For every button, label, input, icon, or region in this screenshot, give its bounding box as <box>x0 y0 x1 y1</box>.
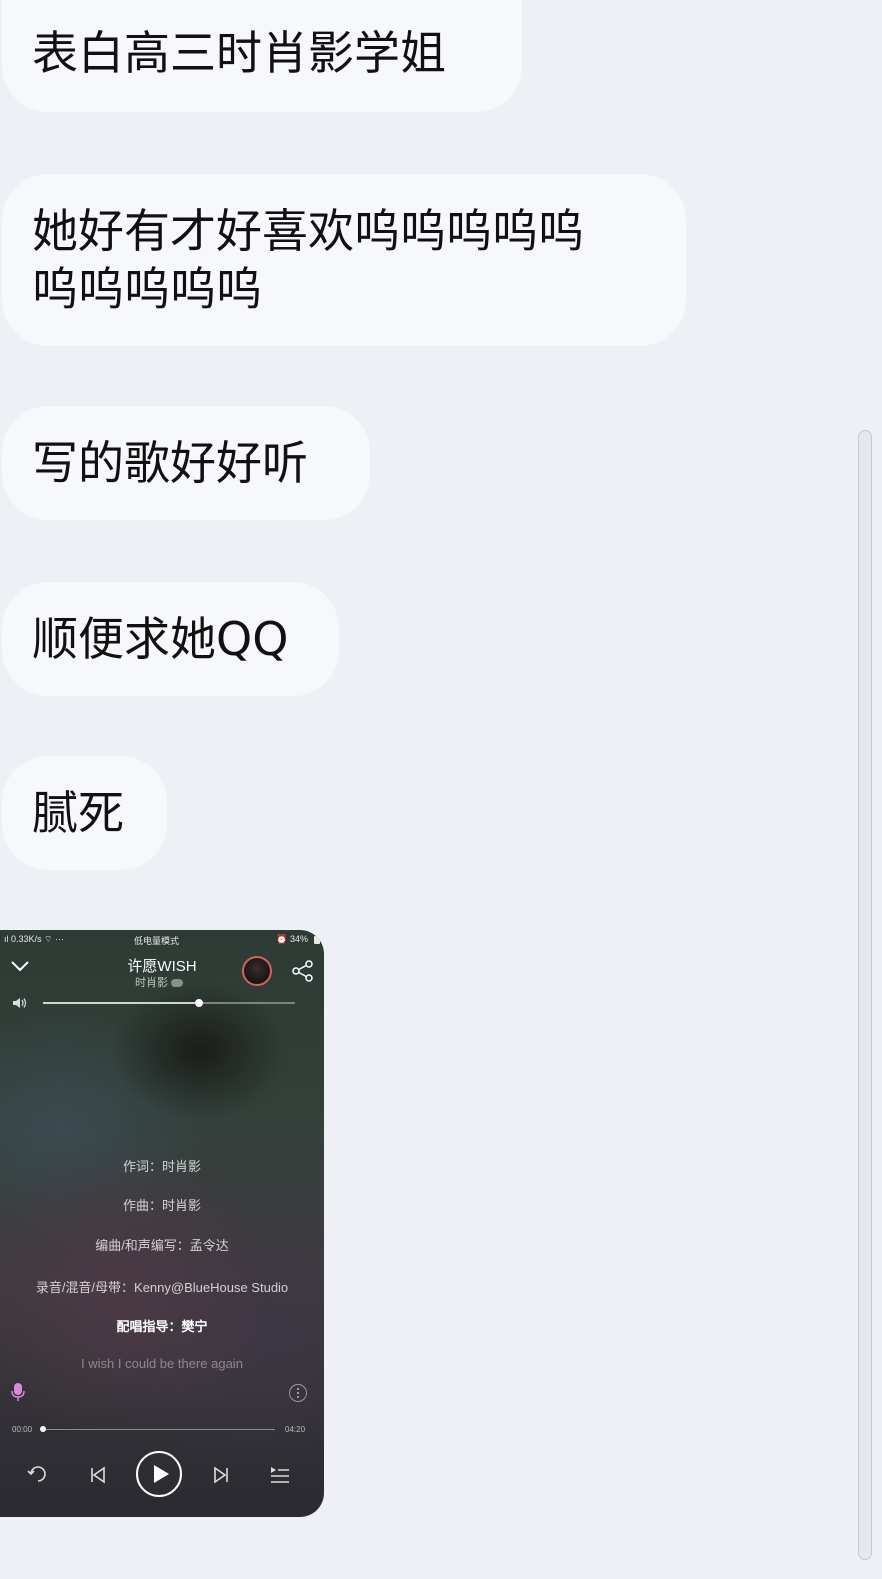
next-track-icon[interactable] <box>212 1466 230 1484</box>
artist-badge-icon <box>171 979 183 988</box>
message-bubble-2[interactable]: 她好有才好喜欢呜呜呜呜呜 呜呜呜呜呜 <box>2 174 686 346</box>
share-icon[interactable] <box>292 960 314 982</box>
current-time: 00:00 <box>12 1425 33 1434</box>
song-title: 许愿WISH <box>127 958 197 975</box>
status-bar: ıl 0.33K/s ⌔ ··· 低电量模式 ⏰ 34% <box>0 934 324 948</box>
message-bubble-1[interactable]: 表白高三时肖影学姐 <box>2 0 522 112</box>
volume-knob[interactable] <box>195 999 204 1007</box>
repeat-icon[interactable] <box>27 1464 49 1484</box>
message-bubble-4[interactable]: 顺便求她QQ <box>2 582 339 696</box>
lyric-line: I wish I could be there again <box>81 1356 243 1371</box>
lyric-line: 编曲/和声编写：孟令达 <box>95 1238 229 1253</box>
lyric-line: 作词：时肖影 <box>122 1159 201 1174</box>
microphone-icon[interactable] <box>10 1382 26 1402</box>
playlist-icon[interactable] <box>270 1466 290 1484</box>
volume-icon <box>13 998 27 1008</box>
artist-avatar[interactable] <box>242 956 272 986</box>
volume-slider[interactable] <box>43 999 295 1007</box>
battery-icon <box>314 936 320 944</box>
message-bubble-5[interactable]: 腻死 <box>2 756 167 870</box>
lyric-line: 作曲：时肖影 <box>122 1198 201 1213</box>
total-time: 04:20 <box>285 1425 306 1434</box>
lyric-line: 录音/混音/母带：Kenny@BlueHouse Studio <box>35 1280 289 1295</box>
play-icon <box>154 1465 169 1483</box>
message-bubble-3[interactable]: 写的歌好好听 <box>2 406 370 520</box>
network-speed: ıl 0.33K/s ⌔ ··· <box>4 934 64 944</box>
progress-bar[interactable] <box>43 1429 275 1430</box>
battery-percent: ⏰ 34% <box>276 934 308 944</box>
previous-track-icon[interactable] <box>89 1466 107 1484</box>
low-power-mode-label: 低电量模式 <box>134 936 180 946</box>
play-button[interactable] <box>136 1451 182 1497</box>
music-player-screenshot[interactable]: ıl 0.33K/s ⌔ ··· 低电量模式 ⏰ 34% 许愿WISH 时肖影 … <box>0 930 324 1517</box>
more-options-icon[interactable] <box>289 1384 307 1402</box>
progress-knob[interactable] <box>40 1426 46 1432</box>
lyric-line-current: 配唱指导：樊宁 <box>116 1319 208 1334</box>
scrollbar[interactable] <box>858 430 872 1560</box>
volume-fill <box>43 1002 200 1004</box>
